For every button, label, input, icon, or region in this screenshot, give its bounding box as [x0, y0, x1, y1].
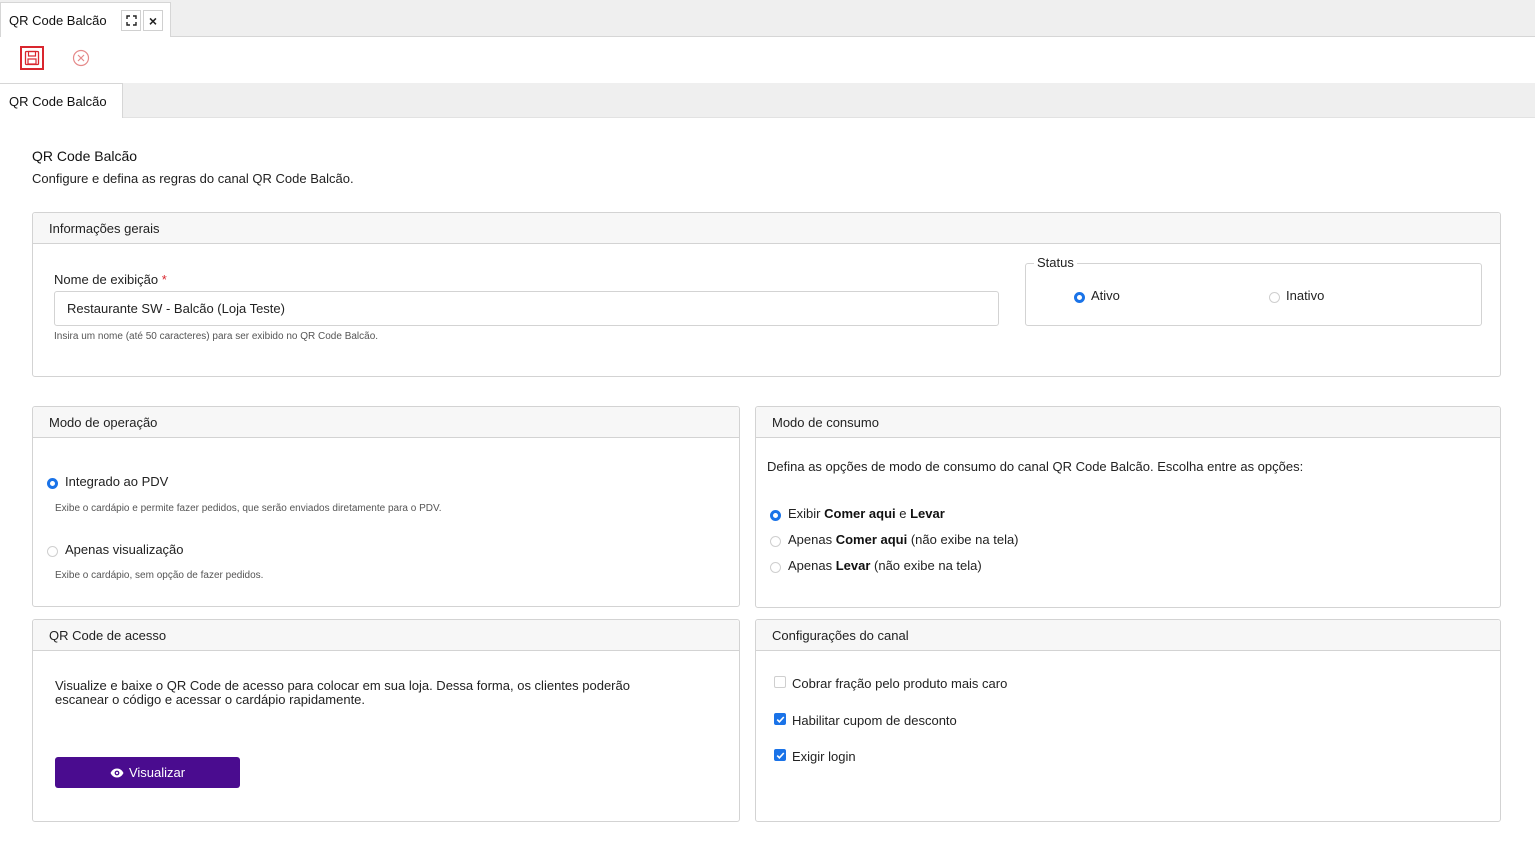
consumption-label-2: Apenas Levar (não exibe na tela) — [788, 558, 982, 573]
cancel-button[interactable] — [71, 48, 91, 68]
eye-icon — [110, 768, 124, 777]
access-qr-description-line1: Visualize e baixe o QR Code de acesso pa… — [55, 678, 630, 693]
card-header: Configurações do canal — [756, 620, 1500, 651]
save-button[interactable] — [20, 46, 44, 70]
consumption-label-1: Apenas Comer aqui (não exibe na tela) — [788, 532, 1019, 547]
operation-mode-card: Modo de operação Integrado ao PDV Exibe … — [32, 406, 740, 607]
consumption-label-1-pre: Apenas — [788, 532, 836, 547]
operation-radio-integrado[interactable] — [47, 478, 58, 489]
status-label-inativo: Inativo — [1286, 288, 1325, 303]
consumption-label-0-b1: Comer aqui — [824, 506, 896, 521]
operation-help-visualizacao: Exibe o cardápio, sem opção de fazer ped… — [55, 570, 264, 581]
close-tab-button[interactable]: × — [143, 10, 163, 31]
card-header: QR Code de acesso — [33, 620, 739, 651]
consumption-radio-1[interactable] — [770, 536, 781, 547]
operation-label-integrado: Integrado ao PDV — [65, 474, 169, 489]
page-subtitle: Configure e defina as regras do canal QR… — [32, 171, 354, 186]
window-tab-title: QR Code Balcão — [9, 12, 107, 28]
window-tab-bar: QR Code Balcão × — [0, 0, 1535, 37]
expand-icon[interactable] — [121, 10, 141, 31]
consumption-label-0-pre: Exibir — [788, 506, 825, 521]
operation-help-integrado: Exibe o cardápio e permite fazer pedidos… — [55, 503, 442, 514]
display-name-label-text: Nome de exibição — [54, 272, 159, 287]
consumption-label-2-b1: Levar — [835, 558, 871, 573]
display-name-label: Nome de exibição * — [54, 272, 167, 287]
consumption-label-1-b1: Comer aqui — [835, 532, 908, 547]
checkbox-habilitar-cupom[interactable] — [774, 713, 786, 725]
view-qr-button[interactable]: Visualizar — [55, 757, 240, 788]
checkbox-label-habilitar-cupom: Habilitar cupom de desconto — [792, 713, 957, 728]
checkbox-cobrar-fracao[interactable] — [774, 676, 786, 688]
access-qr-description-line2: escanear o código e acessar o cardápio r… — [55, 692, 366, 707]
consumption-label-1-mid: (não exibe na tela) — [907, 532, 1019, 547]
consumption-label-2-pre: Apenas — [788, 558, 836, 573]
operation-radio-visualizacao[interactable] — [47, 546, 58, 557]
card-header: Modo de operação — [33, 407, 739, 438]
required-mark: * — [161, 272, 167, 287]
check-icon — [776, 715, 784, 723]
consumption-label-0-b2: Levar — [910, 506, 945, 521]
checkbox-label-cobrar-fracao: Cobrar fração pelo produto mais caro — [792, 676, 1008, 691]
check-icon — [776, 751, 784, 759]
display-name-input[interactable] — [54, 291, 999, 326]
card-header: Modo de consumo — [756, 407, 1500, 438]
consumption-radio-0[interactable] — [770, 510, 781, 521]
checkbox-exigir-login[interactable] — [774, 749, 786, 761]
general-info-card: Informações gerais Nome de exibição * In… — [32, 212, 1501, 377]
window-tab[interactable]: QR Code Balcão × — [0, 2, 171, 37]
consumption-description: Defina as opções de modo de consumo do c… — [767, 459, 1304, 474]
access-qr-card: QR Code de acesso Visualize e baixe o QR… — [32, 619, 740, 822]
section-tab-strip: QR Code Balcão — [0, 83, 1535, 118]
cancel-circle-icon — [72, 49, 90, 67]
operation-label-visualizacao: Apenas visualização — [65, 542, 184, 557]
view-qr-button-label: Visualizar — [128, 765, 186, 780]
tab-qr-code-balcao[interactable]: QR Code Balcão — [0, 83, 123, 118]
status-radio-inativo[interactable] — [1269, 292, 1280, 303]
status-legend: Status — [1034, 255, 1077, 270]
card-header: Informações gerais — [33, 213, 1500, 244]
consumption-label-0: Exibir Comer aqui e Levar — [788, 506, 945, 521]
consumption-label-0-mid: e — [895, 506, 911, 521]
status-fieldset: Status Ativo Inativo — [1025, 255, 1482, 326]
consumption-label-2-mid: (não exibe na tela) — [870, 558, 982, 573]
consumption-mode-card: Modo de consumo Defina as opções de modo… — [755, 406, 1501, 608]
save-icon — [24, 50, 40, 66]
access-qr-description: Visualize e baixe o QR Code de acesso pa… — [55, 679, 630, 707]
channel-settings-card: Configurações do canal Cobrar fração pel… — [755, 619, 1501, 822]
consumption-radio-2[interactable] — [770, 562, 781, 573]
page-title: QR Code Balcão — [32, 148, 138, 164]
checkbox-label-exigir-login: Exigir login — [792, 749, 856, 764]
status-label-ativo: Ativo — [1091, 288, 1120, 303]
status-radio-ativo[interactable] — [1074, 292, 1085, 303]
display-name-help: Insira um nome (até 50 caracteres) para … — [54, 331, 379, 342]
